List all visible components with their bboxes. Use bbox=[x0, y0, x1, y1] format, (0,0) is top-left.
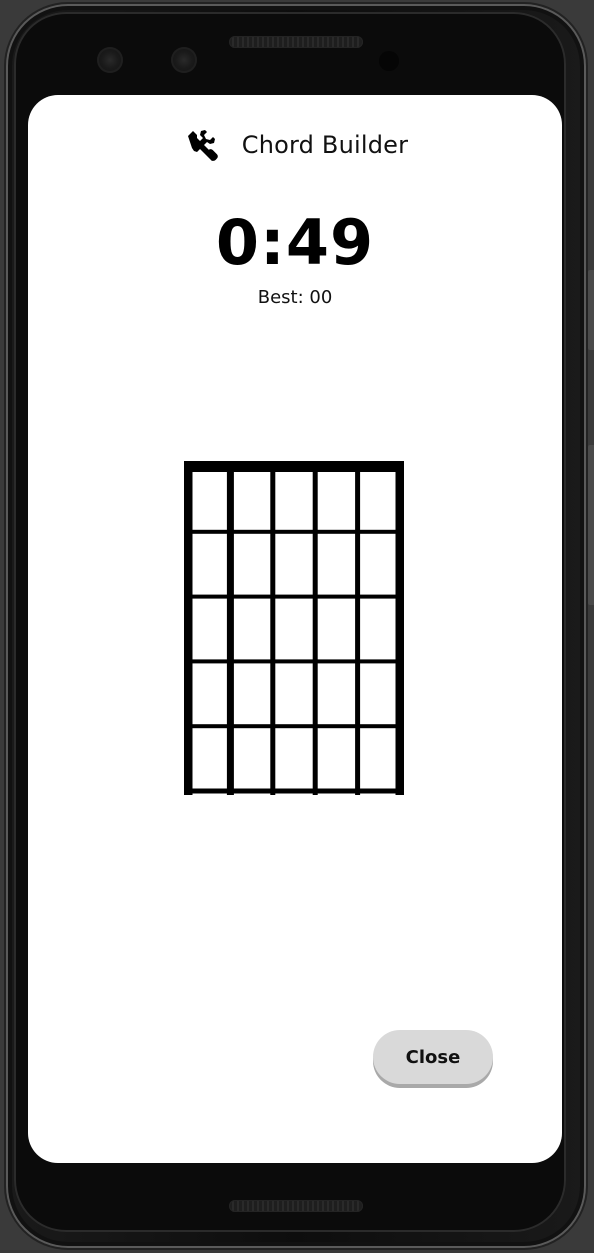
fretboard-string bbox=[184, 461, 193, 795]
earpiece-speaker bbox=[229, 36, 363, 48]
best-score: Best: 00 bbox=[257, 287, 333, 308]
fretboard-fret bbox=[184, 529, 404, 534]
fretboard-fret bbox=[184, 659, 404, 664]
fretboard-string bbox=[226, 461, 234, 795]
bottom-speaker bbox=[229, 1200, 363, 1212]
front-camera-left bbox=[97, 47, 123, 73]
fretboard-fret bbox=[184, 724, 404, 729]
chord-fretboard[interactable] bbox=[184, 461, 404, 795]
proximity-sensor bbox=[379, 51, 399, 71]
volume-button bbox=[588, 445, 594, 605]
fretboard-nut bbox=[184, 461, 404, 472]
fretboard-string bbox=[270, 461, 276, 795]
front-camera-right bbox=[171, 47, 197, 73]
power-button bbox=[588, 270, 594, 350]
close-button[interactable]: Close bbox=[373, 1030, 493, 1084]
app-header: Chord Builder bbox=[28, 123, 562, 167]
app-screen: Chord Builder 0:49 Best: 00 Close bbox=[28, 95, 562, 1163]
fretboard-fret bbox=[184, 788, 404, 794]
fretboard-string bbox=[355, 461, 361, 795]
app-title: Chord Builder bbox=[241, 131, 409, 159]
fretboard-grid bbox=[184, 461, 404, 795]
countdown-timer: 0:49 bbox=[215, 206, 375, 279]
fretboard-fret bbox=[184, 594, 404, 599]
fretboard-string bbox=[395, 461, 404, 795]
phone-device: Chord Builder 0:49 Best: 00 Close bbox=[0, 0, 594, 1253]
wrench-icon bbox=[182, 125, 222, 165]
fretboard-string bbox=[312, 461, 318, 795]
